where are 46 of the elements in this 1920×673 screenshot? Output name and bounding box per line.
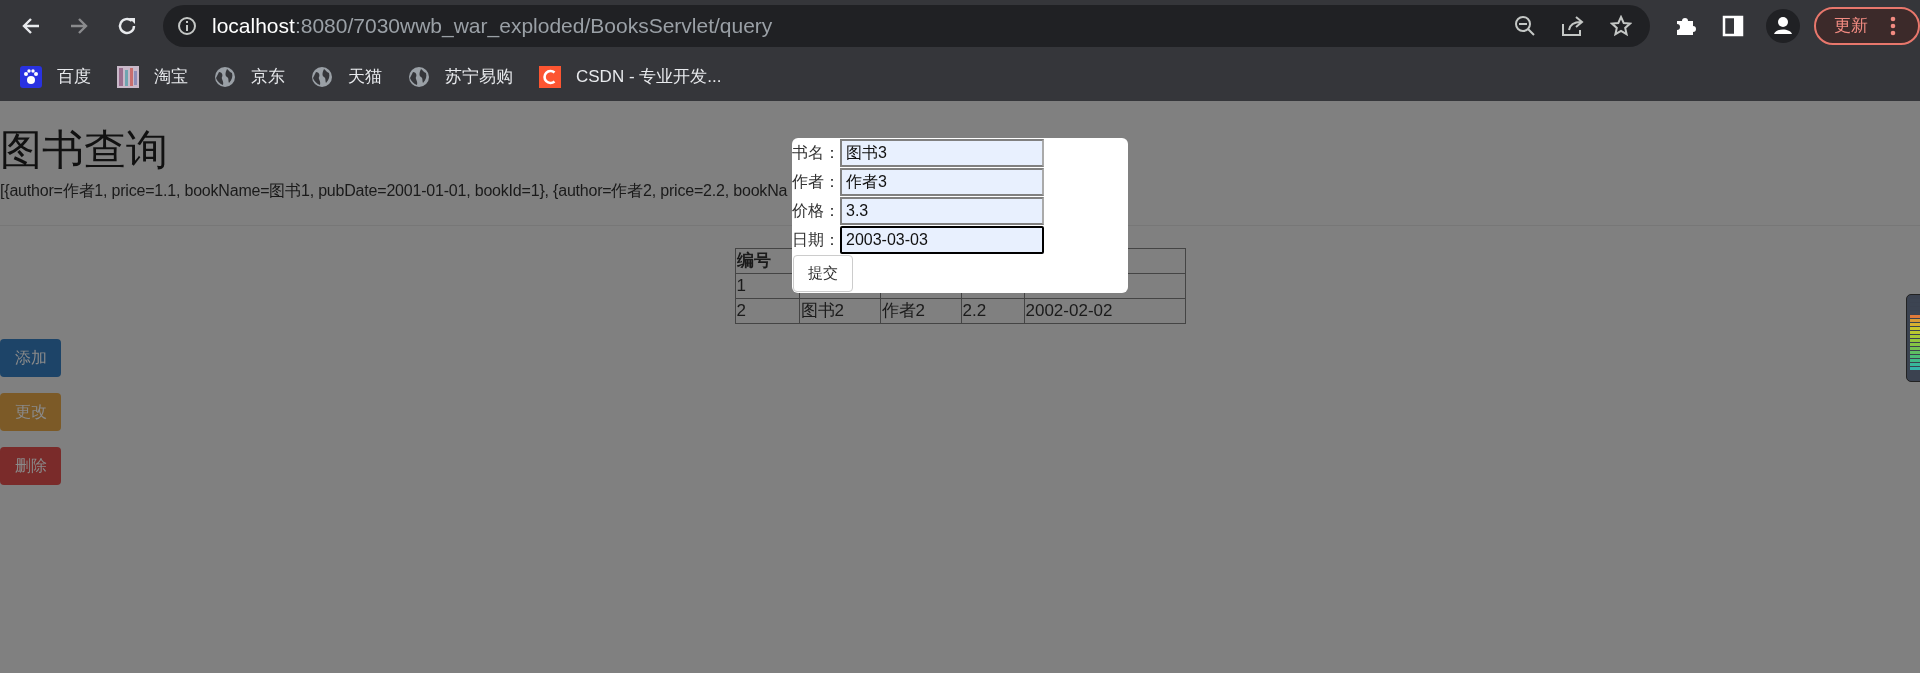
avatar-icon[interactable] [1766, 9, 1800, 43]
input-field[interactable]: 图书3 [840, 138, 1044, 167]
share-icon[interactable] [1561, 15, 1585, 37]
reload-icon[interactable] [116, 15, 138, 37]
bookmark-label[interactable]: 京东 [251, 63, 285, 90]
table-cell: 2 [735, 298, 799, 324]
input-field[interactable]: 作者3 [840, 167, 1044, 196]
bookmark-label[interactable]: 天猫 [348, 63, 382, 90]
bookmark[interactable]: 天猫 [311, 63, 382, 90]
side-panel-icon[interactable] [1722, 15, 1744, 37]
table-cell: 2.2 [961, 298, 1024, 324]
update-button[interactable]: 更新 [1814, 7, 1920, 45]
field-label: 作者： [792, 171, 840, 192]
field-label: 价格： [792, 200, 840, 221]
c-logo-icon [539, 65, 561, 88]
input-field[interactable]: 3.3 [840, 196, 1044, 225]
paw-icon [20, 65, 42, 88]
mosaic-icon [117, 65, 139, 88]
page-title: 图书查询 [0, 125, 168, 175]
field-label: 书名： [792, 142, 840, 163]
bookmark[interactable]: 淘宝 [117, 63, 188, 90]
puzzle-icon[interactable] [1674, 15, 1696, 37]
more-icon [1890, 16, 1896, 36]
submit-button[interactable]: 提交 [793, 255, 853, 292]
globe-icon [408, 65, 430, 88]
bookmark-label[interactable]: 苏宁易购 [445, 63, 513, 90]
bookmark-label[interactable]: CSDN - 专业开发... [576, 63, 722, 90]
bookmark[interactable]: CSDN - 专业开发... [539, 63, 722, 90]
address-bar[interactable]: localhost:8080/7030wwb_war_exploded/BooksServlet/query [163, 5, 1650, 47]
info-icon[interactable] [177, 16, 197, 36]
bookmark[interactable]: 苏宁易购 [408, 63, 513, 90]
data-text: [{author=作者1, price=1.1, bookName=图书1, pubDate=2001-01-01, bookId=1}, {author=作者2, price=2.2, bookNa [0, 181, 788, 201]
bookmark[interactable]: 百度 [20, 63, 91, 90]
globe-icon [214, 65, 236, 88]
globe-icon [311, 65, 333, 88]
bookmark[interactable]: 京东 [214, 63, 285, 90]
table-cell: 作者2 [880, 298, 961, 324]
star-icon[interactable] [1610, 15, 1632, 37]
bookmark-label[interactable]: 百度 [57, 63, 91, 90]
zoom-out-icon[interactable] [1514, 15, 1536, 37]
field-label: 日期： [792, 229, 840, 250]
input-field[interactable]: 2003-03-03 [840, 225, 1044, 254]
table-cell: 2002-02-02 [1024, 298, 1185, 324]
url-text[interactable]: localhost:8080/7030wwb_war_exploded/BooksServlet/query [212, 10, 773, 42]
table-cell: 图书2 [799, 298, 880, 324]
bookmark-label[interactable]: 淘宝 [154, 63, 188, 90]
